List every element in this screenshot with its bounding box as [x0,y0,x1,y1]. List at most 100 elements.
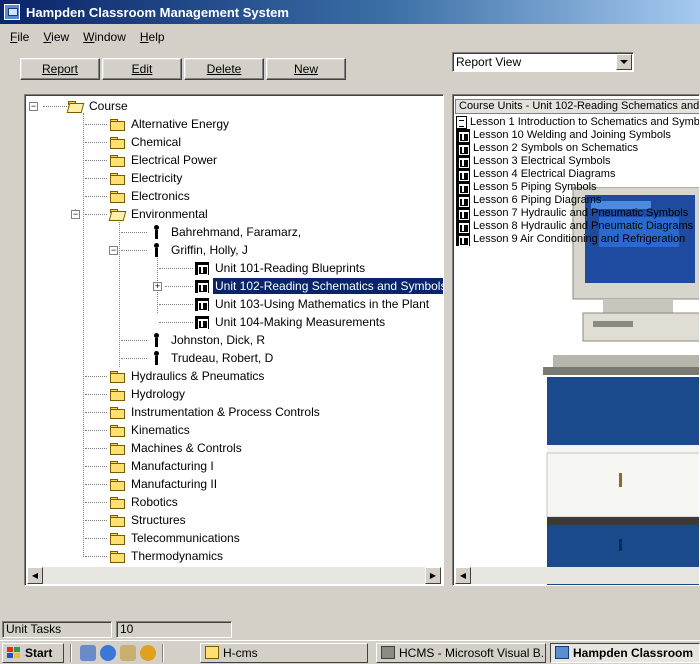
tree-item-course-folder[interactable]: Hydraulics & Pneumatics [109,368,266,384]
document-icon [456,116,467,129]
lesson-icon [456,233,470,246]
tree-item-course[interactable]: Course [67,98,130,114]
view-select-value: Report View [456,55,522,69]
app-icon [4,4,20,20]
report-button[interactable]: Report [20,58,100,80]
title-bar[interactable]: Hampden Classroom Management System [0,0,700,24]
delete-button[interactable]: Delete [184,58,264,80]
course-tree[interactable]: − − − + Course Alternative Energy Chemic… [24,94,444,586]
tree-item-instructor[interactable]: Griffin, Holly, J [149,242,250,258]
tree-item-course-folder[interactable]: Thermodynamics [109,548,225,564]
folder-open-icon [67,99,83,113]
folder-icon [109,513,125,527]
tree-connector [121,358,147,359]
browser-icon[interactable] [100,645,116,661]
tree-item-course-folder[interactable]: Instrumentation & Process Controls [109,404,322,420]
tree-item-course-folder[interactable]: Chemical [109,134,183,150]
edit-button[interactable]: Edit [102,58,182,80]
tree-item-course-folder[interactable]: Electronics [109,188,192,204]
start-button[interactable]: Start [2,643,64,663]
unit-icon [195,297,209,311]
task-button-hcms-folder[interactable]: H-cms [200,643,368,663]
lesson-icon [456,181,470,194]
folder-icon [109,135,125,149]
tree-connector [121,340,147,341]
lesson-item[interactable]: Lesson 6 Piping Diagrams [456,194,601,207]
tree-item-course-folder[interactable]: Machines & Controls [109,440,244,456]
tree-connector [119,219,120,367]
show-desktop-icon[interactable] [80,645,96,661]
collapse-icon[interactable]: − [109,246,118,255]
tree-connector [85,124,107,125]
lesson-item[interactable]: Lesson 4 Electrical Diagrams [456,168,615,181]
unit-icon [195,315,209,329]
tree-connector [85,556,107,557]
lesson-item[interactable]: Lesson 5 Piping Symbols [456,181,597,194]
windows-logo-icon [7,647,21,659]
lesson-item[interactable]: Lesson 9 Air Conditioning and Refrigerat… [456,233,685,246]
task-button-visual-basic[interactable]: HCMS - Microsoft Visual B... [376,643,546,663]
tree-item-course-folder[interactable]: Manufacturing I [109,458,216,474]
task-button-hampden[interactable]: Hampden Classroom [550,643,700,663]
tree-item-course-folder[interactable]: Electrical Power [109,152,219,168]
menu-file[interactable]: File [0,30,35,46]
scroll-left-icon[interactable]: ◀ [455,567,471,584]
expand-icon[interactable]: + [153,282,162,291]
tree-item-course-folder[interactable]: Manufacturing II [109,476,219,492]
tree-item-instructor[interactable]: Trudeau, Robert, D [149,350,275,366]
lesson-icon [456,207,470,220]
scroll-left-icon[interactable]: ◀ [27,567,43,584]
taskbar-divider [162,644,164,662]
lesson-item[interactable]: Lesson 7 Hydraulic and Pneumatic Symbols [456,207,688,220]
tree-item-unit[interactable]: Unit 104-Making Measurements [195,314,387,330]
tree-item-unit-selected[interactable]: Unit 102-Reading Schematics and Symbols [195,278,443,294]
tree-item-course-folder[interactable]: Structures [109,512,188,528]
tree-item-course-folder[interactable]: Telecommunications [109,530,242,546]
menu-view[interactable]: View [35,30,75,46]
tree-connector [83,113,84,557]
report-horizontal-scrollbar[interactable]: ◀ [455,567,699,584]
tree-connector [85,502,107,503]
tree-horizontal-scrollbar[interactable]: ◀ ▶ [27,567,441,584]
email-icon[interactable] [120,645,136,661]
collapse-icon[interactable]: − [71,210,80,219]
lesson-icon [456,220,470,233]
view-select[interactable]: Report View [452,52,634,72]
menu-window[interactable]: Window [75,30,132,46]
tree-connector [85,376,107,377]
unit-icon [195,279,209,293]
new-button[interactable]: New [266,58,346,80]
tree-connector [165,286,193,287]
lesson-item[interactable]: Lesson 1 Introduction to Schematics and … [456,116,699,129]
tree-item-environmental[interactable]: Environmental [109,206,210,222]
menu-help[interactable]: Help [132,30,171,46]
lesson-item[interactable]: Lesson 3 Electrical Symbols [456,155,611,168]
scroll-right-icon[interactable]: ▶ [425,567,441,584]
tree-item-unit[interactable]: Unit 101-Reading Blueprints [195,260,367,276]
tree-item-course-folder[interactable]: Kinematics [109,422,192,438]
tree-item-instructor[interactable]: Bahrehmand, Faramarz, [149,224,303,240]
folder-icon [109,423,125,437]
tree-item-course-folder[interactable]: Electricity [109,170,184,186]
status-label: Unit Tasks [2,621,112,638]
folder-icon [109,387,125,401]
chevron-down-icon[interactable] [616,54,632,70]
tree-item-course-folder[interactable]: Alternative Energy [109,116,231,132]
tree-connector [159,322,193,323]
tree-connector [85,466,107,467]
media-player-icon[interactable] [140,645,156,661]
tree-item-instructor[interactable]: Johnston, Dick, R [149,332,267,348]
folder-icon [109,369,125,383]
folder-icon [109,549,125,563]
report-header: Course Units - Unit 102-Reading Schemati… [455,99,699,114]
lesson-item[interactable]: Lesson 2 Symbols on Schematics [456,142,638,155]
collapse-icon[interactable]: − [29,102,38,111]
lesson-item[interactable]: Lesson 10 Welding and Joining Symbols [456,129,671,142]
tree-item-course-folder[interactable]: Robotics [109,494,180,510]
tree-item-course-folder[interactable]: Hydrology [109,386,187,402]
lesson-item[interactable]: Lesson 8 Hydraulic and Pneumatic Diagram… [456,220,693,233]
taskbar: Start H-cms HCMS - Microsoft Visual B...… [0,640,700,664]
unit-icon [195,261,209,275]
tree-item-unit[interactable]: Unit 103-Using Mathematics in the Plant [195,296,431,312]
visual-basic-icon [381,646,395,659]
